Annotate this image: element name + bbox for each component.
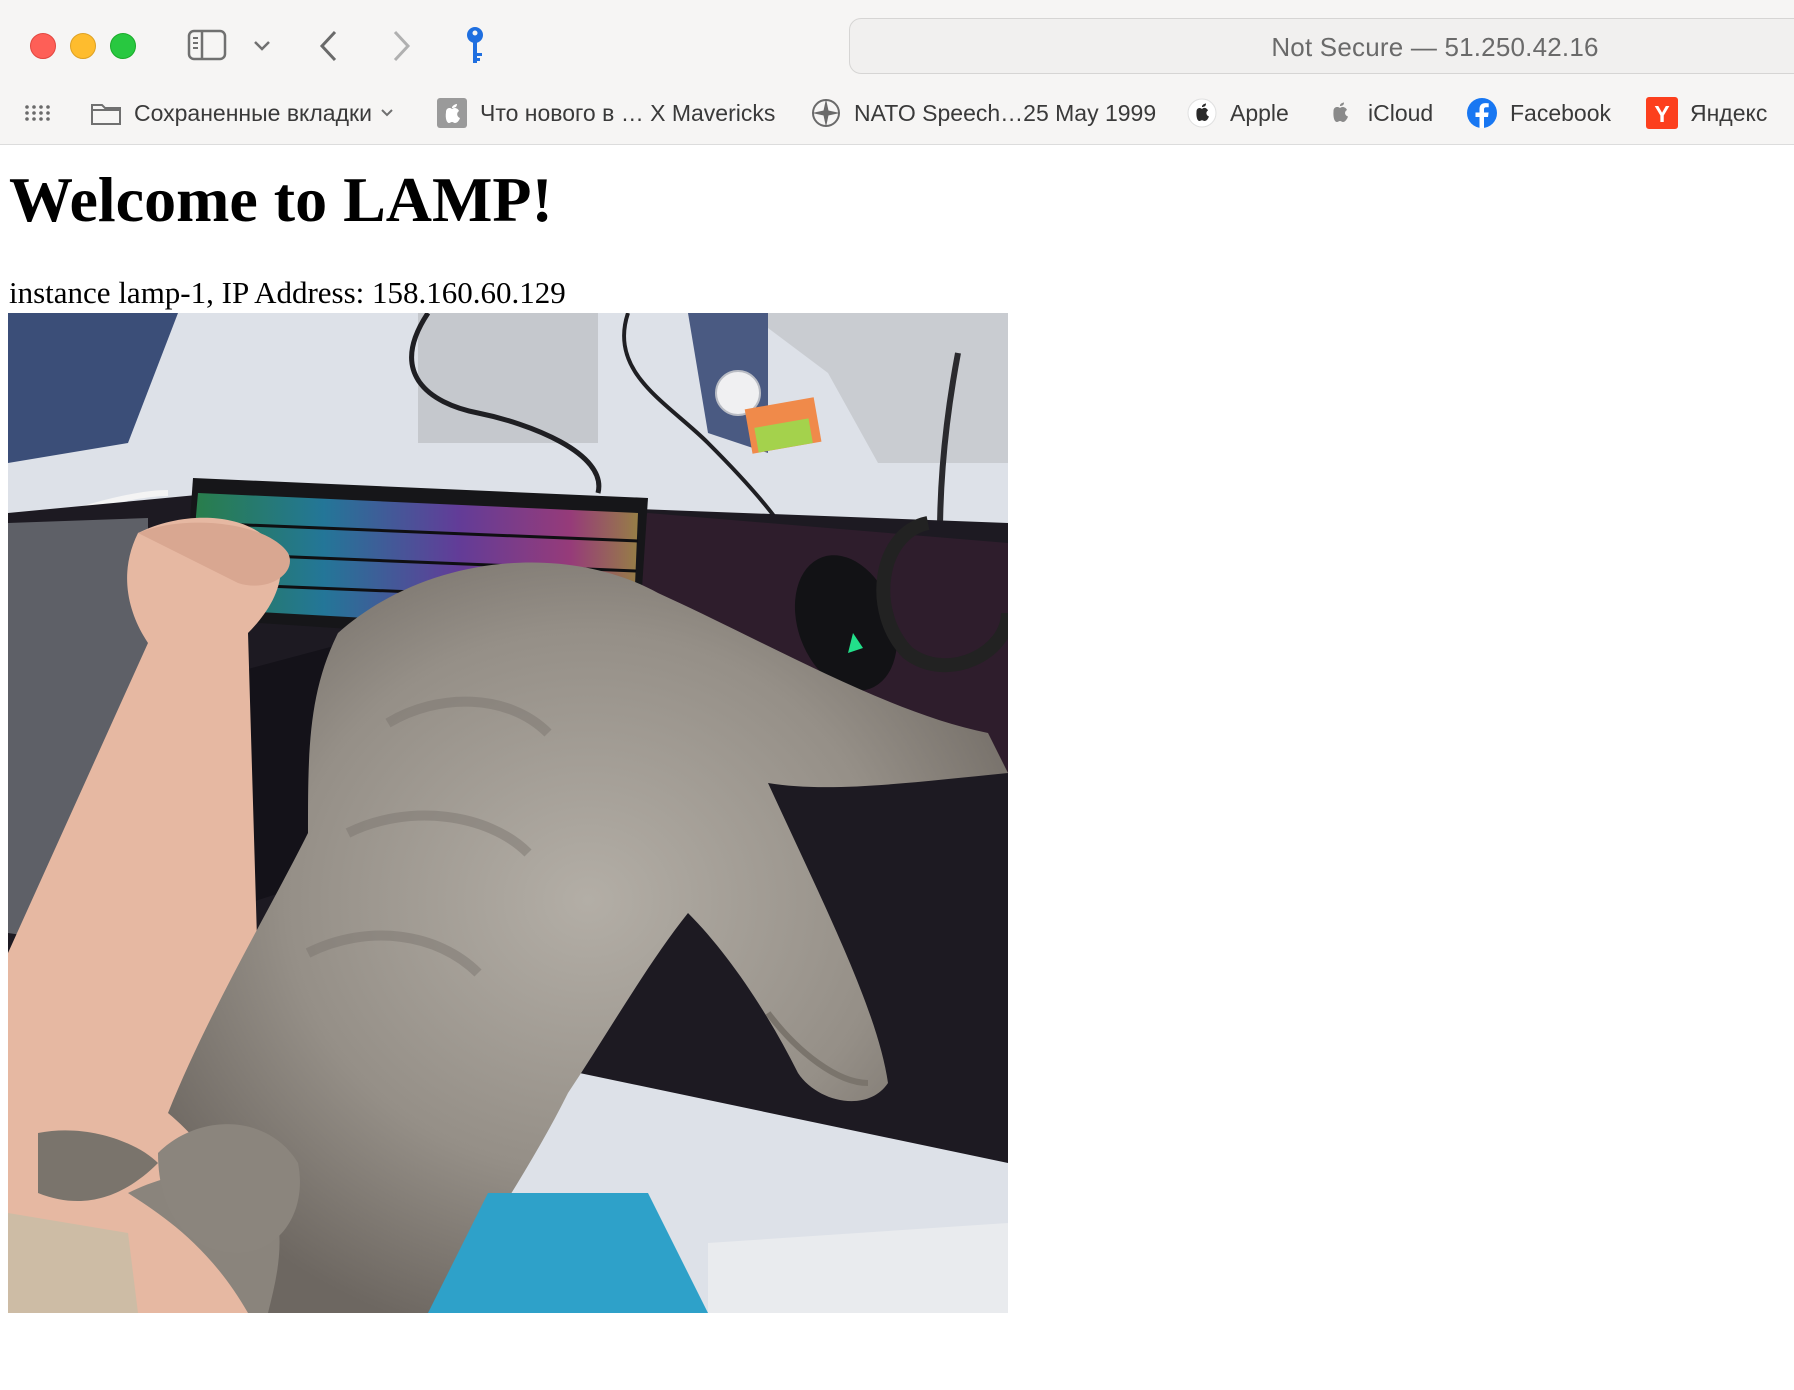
bookmark-yandex[interactable]: Y Яндекс [1646,90,1767,136]
close-window-button[interactable] [30,33,56,59]
bookmark-nato-speech[interactable]: NATO Speech…25 May 1999 [810,90,1156,136]
sidebar-toggle-icon[interactable] [186,28,228,62]
bookmark-mavericks[interactable]: Что нового в … X Mavericks [436,90,775,136]
apple-icon [1324,97,1356,129]
bookmark-label: Что нового в … X Mavericks [480,99,776,126]
page-content: Welcome to LAMP! instance lamp-1, IP Add… [0,145,1794,1390]
bookmark-label: iCloud [1368,99,1434,126]
chevron-down-icon[interactable] [252,36,272,56]
forward-icon[interactable] [390,28,414,64]
svg-text:Y: Y [1654,101,1669,127]
apple-icon [436,97,468,129]
address-bar[interactable]: Not Secure — 51.250.42.16 [849,18,1794,74]
page-title: Welcome to LAMP! [9,164,553,235]
bookmark-icloud[interactable]: iCloud [1324,90,1433,136]
maximize-window-button[interactable] [110,33,136,59]
bookmarks-bar: Сохраненные вкладки Что нового в … X Mav… [0,90,1794,136]
compass-icon [810,97,842,129]
address-text: Not Secure — 51.250.42.16 [1271,32,1599,62]
facebook-icon [1466,97,1498,129]
bookmark-label: Apple [1230,99,1289,126]
apple-icon [1186,97,1218,129]
cat-keyboard-photo [8,313,1008,1313]
bookmark-apple[interactable]: Apple [1186,90,1289,136]
bookmark-saved-tabs[interactable]: Сохраненные вкладки [90,90,394,136]
bookmark-facebook[interactable]: Facebook [1466,90,1611,136]
instance-info: instance lamp-1, IP Address: 158.160.60.… [9,275,566,310]
bookmark-label: Яндекс [1690,99,1768,126]
back-icon[interactable] [316,28,340,64]
yandex-icon: Y [1646,97,1678,129]
minimize-window-button[interactable] [70,33,96,59]
bookmark-label: Facebook [1510,99,1612,126]
key-icon[interactable] [462,24,488,68]
chevron-down-icon [380,108,394,118]
bookmark-label: Сохраненные вкладки [134,99,372,126]
bookmark-label: NATO Speech…25 May 1999 [854,99,1157,126]
grid-icon[interactable] [24,90,50,136]
browser-toolbar: Not Secure — 51.250.42.16 Сохраненные вк… [0,0,1794,145]
folder-icon [90,100,122,126]
